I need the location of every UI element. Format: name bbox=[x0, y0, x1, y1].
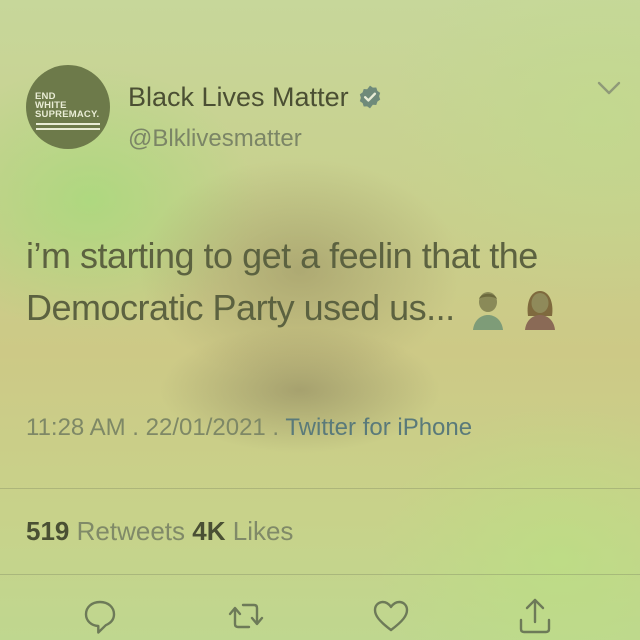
verified-badge-icon bbox=[359, 85, 380, 109]
display-name[interactable]: Black Lives Matter bbox=[128, 82, 349, 113]
avatar-logo: END WHITE SUPREMACY. bbox=[35, 92, 100, 120]
retweet-icon[interactable] bbox=[226, 596, 266, 636]
handle[interactable]: @Blklivesmatter bbox=[128, 125, 302, 153]
tweet-body: i’m starting to get a feelin that the De… bbox=[26, 235, 538, 328]
tweet-text: i’m starting to get a feelin that the De… bbox=[26, 230, 616, 334]
tweet-time: 11:28 AM bbox=[26, 414, 126, 441]
retweets-label[interactable]: Retweets bbox=[77, 516, 185, 546]
tweet-screenshot: END WHITE SUPREMACY. Black Lives Matter … bbox=[0, 0, 640, 640]
tweet-date: 22/01/2021 bbox=[145, 414, 266, 441]
likes-count[interactable]: 4K bbox=[192, 516, 225, 546]
man-emoji bbox=[473, 292, 504, 330]
divider bbox=[0, 488, 640, 489]
author-row: Black Lives Matter bbox=[128, 80, 383, 114]
tweet-source-link[interactable]: Twitter for iPhone bbox=[285, 414, 472, 441]
divider bbox=[0, 574, 640, 575]
woman-emoji bbox=[524, 291, 555, 330]
avatar-logo-bar bbox=[36, 128, 100, 130]
meta-separator: . bbox=[265, 414, 286, 441]
chevron-down-icon[interactable] bbox=[596, 78, 622, 98]
retweets-count[interactable]: 519 bbox=[26, 516, 69, 546]
reply-icon[interactable] bbox=[80, 596, 120, 636]
meta-separator: . bbox=[125, 414, 146, 441]
share-icon[interactable] bbox=[515, 596, 555, 636]
avatar-logo-bar bbox=[36, 123, 100, 125]
tweet-stats: 519 Retweets 4K Likes bbox=[26, 516, 293, 547]
likes-label[interactable]: Likes bbox=[233, 516, 294, 546]
avatar[interactable]: END WHITE SUPREMACY. bbox=[26, 65, 110, 149]
tweet-meta: 11:28 AM . 22/01/2021 . Twitter for iPho… bbox=[26, 414, 472, 442]
avatar-logo-line: SUPREMACY. bbox=[35, 109, 100, 120]
like-icon[interactable] bbox=[371, 596, 411, 636]
